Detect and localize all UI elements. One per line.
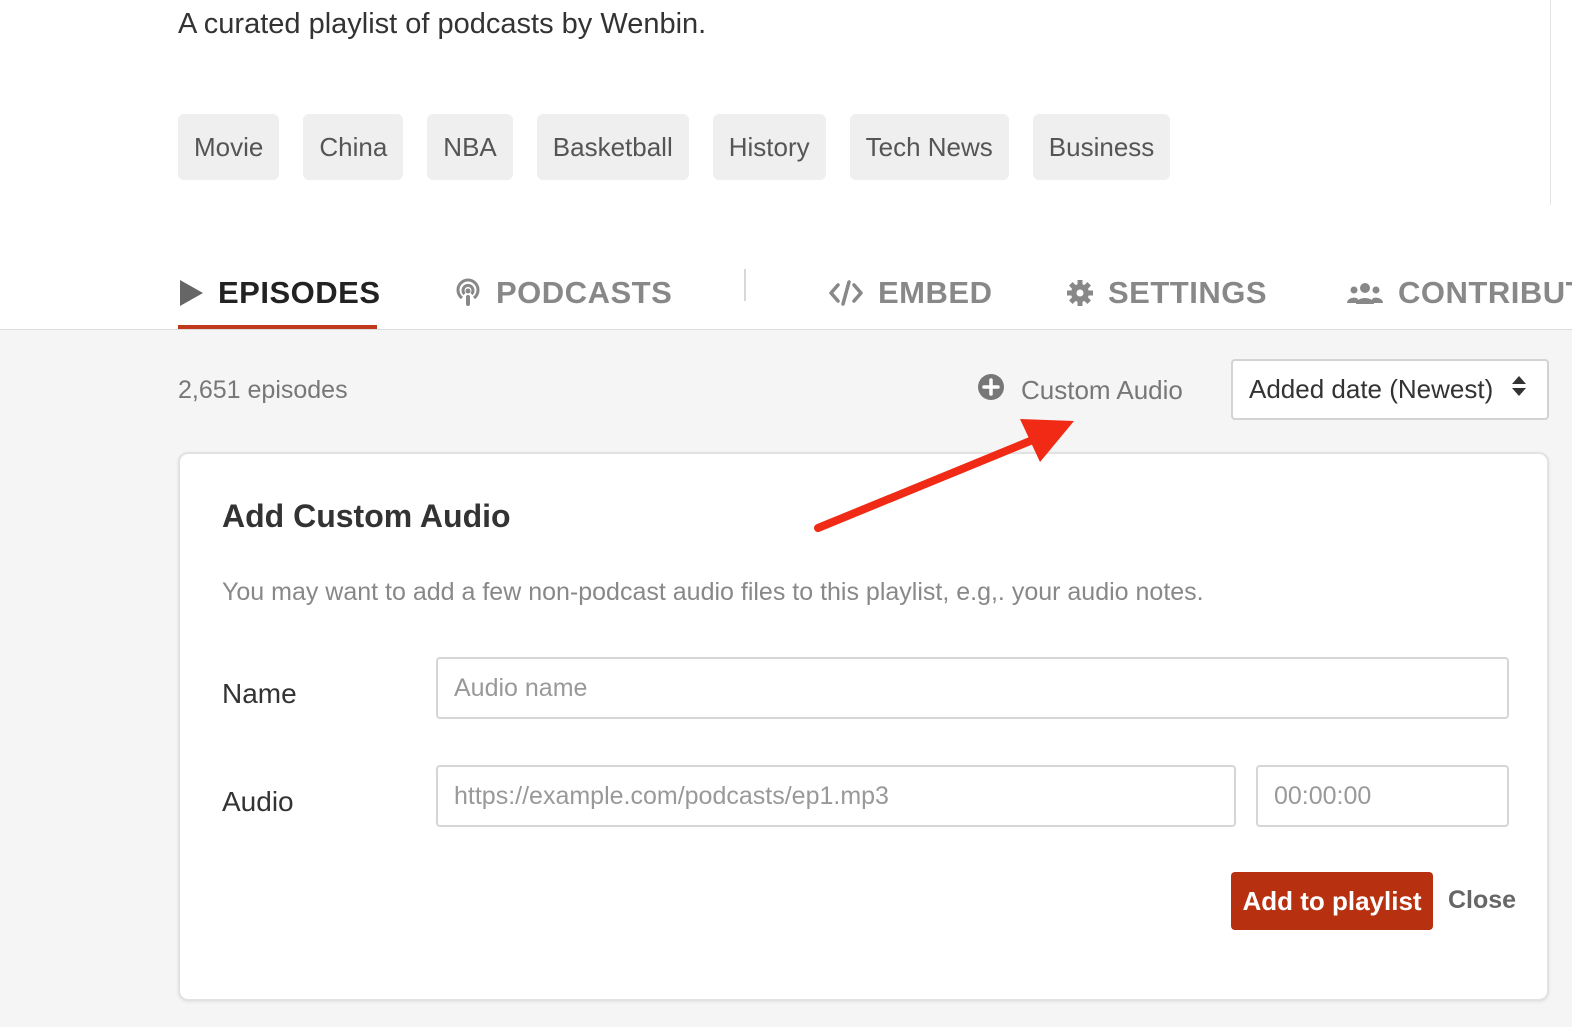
add-custom-audio-card: Add Custom Audio You may want to add a f… [178,452,1549,1001]
tag-tech-news[interactable]: Tech News [849,114,1009,180]
tab-settings[interactable]: SETTINGS [1066,263,1267,323]
tag-basketball[interactable]: Basketball [536,114,689,180]
tag-list: Movie China NBA Basketball History Tech … [178,114,1171,180]
custom-audio-label: Custom Audio [1021,375,1183,405]
add-to-playlist-button[interactable]: Add to playlist [1231,872,1433,930]
sort-select[interactable]: Added date (Newest) [1231,359,1549,420]
playlist-description: A curated playlist of podcasts by Wenbin… [178,8,707,40]
audio-label: Audio [222,786,294,817]
tab-episodes[interactable]: EPISODES [178,263,381,323]
close-button[interactable]: Close [1448,886,1516,915]
tab-settings-label: SETTINGS [1108,275,1268,310]
audio-name-input[interactable] [436,657,1509,719]
tab-episodes-label: EPISODES [218,275,381,310]
episode-count: 2,651 episodes [178,376,348,404]
playlist-header: A curated playlist of podcasts by Wenbin… [0,0,1572,330]
tag-movie[interactable]: Movie [178,114,280,180]
tab-contributors[interactable]: CONTRIBUT [1346,263,1572,323]
tag-history[interactable]: History [712,114,826,180]
gear-icon [1066,279,1094,307]
tag-china[interactable]: China [303,114,404,180]
play-icon [178,279,204,307]
plus-circle-icon [977,373,1005,408]
card-help-text: You may want to add a few non-podcast au… [222,578,1204,606]
tab-bar: EPISODES PODCASTS EMBED SETTINGS CONTRIB… [178,255,1572,330]
tab-divider [744,269,746,301]
podcast-icon [454,278,482,308]
users-icon [1346,279,1384,307]
tag-nba[interactable]: NBA [427,114,513,180]
audio-duration-input[interactable] [1256,765,1509,827]
tab-embed-label: EMBED [878,275,993,310]
card-title: Add Custom Audio [222,498,511,534]
name-label: Name [222,678,297,709]
tab-embed[interactable]: EMBED [828,263,992,323]
code-icon [828,279,864,307]
sort-select-value: Added date (Newest) [1249,374,1494,404]
custom-audio-button[interactable]: Custom Audio [977,373,1183,408]
tab-podcasts[interactable]: PODCASTS [454,263,672,323]
tab-podcasts-label: PODCASTS [496,275,673,310]
divider [1550,0,1551,205]
sort-arrows-icon [1511,373,1527,406]
tab-contributors-label: CONTRIBUT [1398,275,1572,310]
tag-business[interactable]: Business [1032,114,1171,180]
audio-url-input[interactable] [436,765,1236,827]
